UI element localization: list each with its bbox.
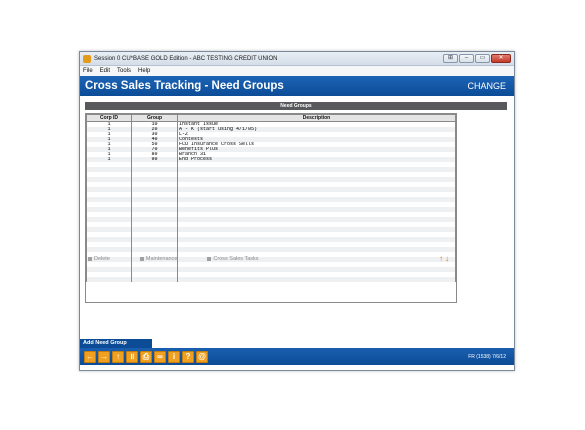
back-arrow-icon[interactable]: ← bbox=[84, 350, 96, 363]
empty-cell bbox=[86, 277, 132, 282]
empty-cell bbox=[177, 277, 456, 282]
add-need-group-button[interactable]: Add Need Group bbox=[80, 339, 152, 348]
panel-title: Need Groups bbox=[85, 102, 507, 110]
empty-cell bbox=[131, 277, 178, 282]
print-icon[interactable]: ⎙ bbox=[140, 350, 152, 363]
action-bar: Delete Maintenance Cross Sales Tasks bbox=[88, 256, 259, 262]
pause-icon[interactable]: ॥ bbox=[126, 350, 138, 363]
bullet-icon bbox=[139, 257, 144, 261]
app-icon bbox=[83, 54, 91, 63]
menu-file[interactable]: File bbox=[83, 68, 93, 74]
at-icon[interactable]: @ bbox=[196, 350, 208, 363]
minimize-button[interactable]: – bbox=[459, 54, 474, 63]
need-groups-grid[interactable]: Corp ID Group Description 1 10 Instant Iss… bbox=[85, 113, 457, 303]
scroll-arrows: ↑↓ bbox=[439, 254, 451, 263]
app-window: Session 0 CU*BASE GOLD Edition - ABC TES… bbox=[79, 51, 515, 371]
window-title: Session 0 CU*BASE GOLD Edition - ABC TES… bbox=[94, 55, 278, 62]
menu-bar: File Edit Tools Help bbox=[80, 66, 514, 76]
info-icon[interactable]: i bbox=[168, 350, 180, 363]
delete-action[interactable]: Delete bbox=[88, 256, 110, 262]
cross-sales-tasks-action[interactable]: Cross Sales Tasks bbox=[207, 256, 259, 262]
restore-icon[interactable]: ⊞ bbox=[443, 54, 458, 63]
column-header-corp-id[interactable]: Corp ID bbox=[86, 114, 132, 122]
empty-row bbox=[86, 277, 456, 282]
up-arrow-icon[interactable]: ↑ bbox=[112, 350, 124, 363]
mode-label: CHANGE bbox=[467, 81, 506, 91]
delete-label: Delete bbox=[94, 256, 110, 262]
menu-tools[interactable]: Tools bbox=[117, 68, 131, 74]
menu-edit[interactable]: Edit bbox=[100, 68, 110, 74]
scroll-down-icon[interactable]: ↓ bbox=[445, 254, 451, 263]
forward-arrow-icon[interactable]: → bbox=[98, 350, 110, 363]
close-button[interactable]: ✕ bbox=[491, 54, 511, 63]
column-header-description[interactable]: Description bbox=[177, 114, 456, 122]
help-icon[interactable]: ? bbox=[182, 350, 194, 363]
maintenance-label: Maintenance bbox=[145, 256, 178, 262]
bullet-icon bbox=[88, 257, 92, 261]
maintenance-action[interactable]: Maintenance bbox=[139, 256, 178, 262]
menu-help[interactable]: Help bbox=[138, 68, 150, 74]
status-text: FR (1538) 7/6/12 bbox=[468, 353, 506, 360]
column-header-group[interactable]: Group bbox=[131, 114, 178, 122]
screen-header: Cross Sales Tracking - Need Groups CHANG… bbox=[80, 76, 514, 96]
page-title: Cross Sales Tracking - Need Groups bbox=[85, 80, 284, 92]
cross-sales-tasks-label: Cross Sales Tasks bbox=[213, 256, 259, 262]
bullet-icon bbox=[207, 257, 212, 261]
maximize-button[interactable]: ▭ bbox=[475, 54, 490, 63]
link-icon[interactable]: ∞ bbox=[154, 350, 166, 363]
bottom-toolbar: ← → ↑ ॥ ⎙ ∞ i ? @ FR (1538) 7/6/12 bbox=[80, 348, 514, 365]
title-bar: Session 0 CU*BASE GOLD Edition - ABC TES… bbox=[80, 52, 514, 66]
